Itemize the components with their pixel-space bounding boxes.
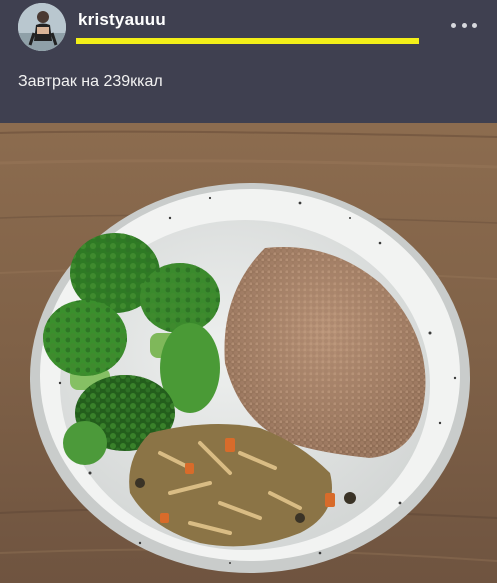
more-horizontal-icon: [472, 22, 477, 28]
avatar-image: [18, 3, 66, 51]
story-progress-fill: [76, 38, 419, 44]
more-horizontal-icon: [461, 22, 467, 28]
more-horizontal-icon: [451, 22, 456, 28]
post-photo: [0, 123, 497, 583]
username[interactable]: kristyauuu: [78, 10, 166, 30]
more-options-button[interactable]: [451, 18, 477, 32]
story-progress-bar: [76, 38, 419, 44]
post-caption: Завтрак на 239ккал: [18, 73, 163, 90]
post-header: kristyauuu Завтрак на 239ккал: [0, 0, 497, 123]
avatar[interactable]: [18, 3, 66, 51]
